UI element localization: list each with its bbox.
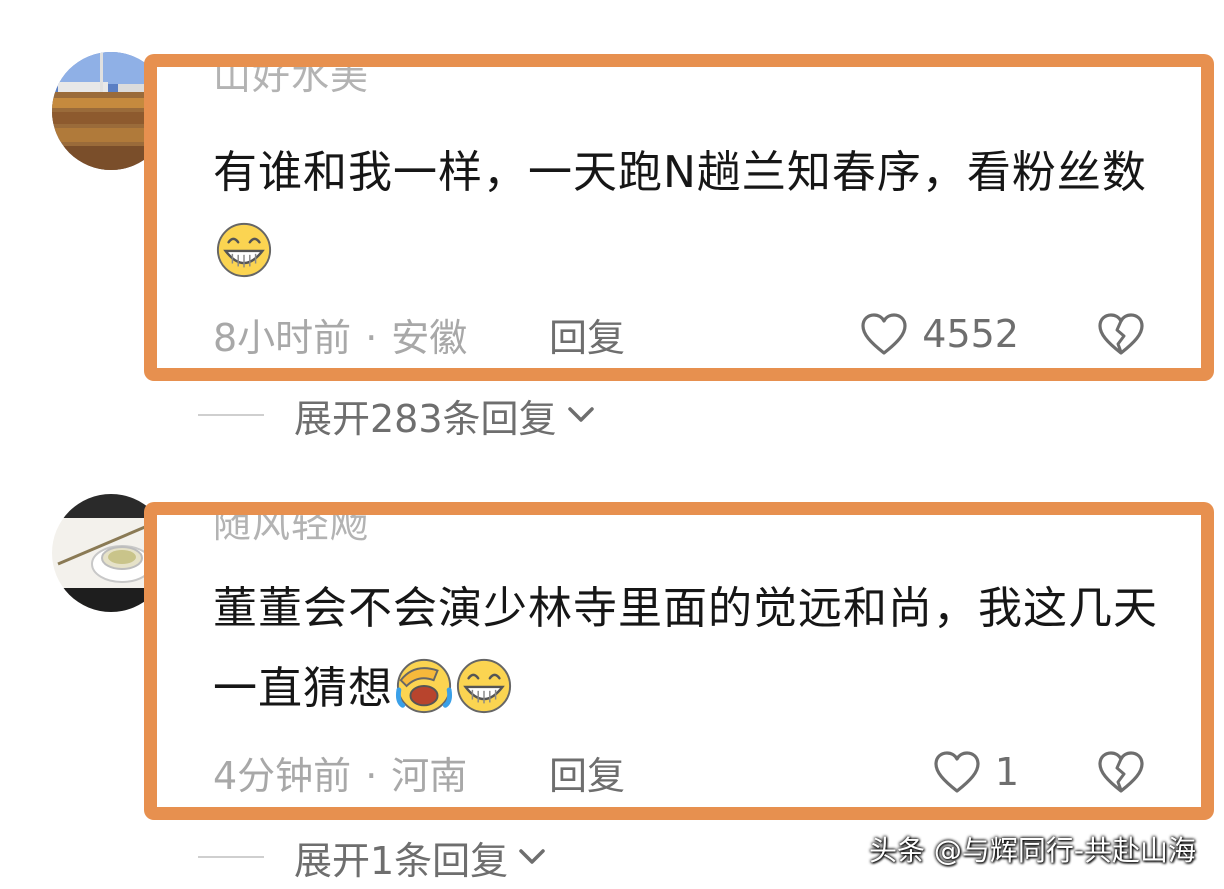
like-count: 4552 [922,312,1019,356]
like-group: 4552 [860,309,1201,359]
comment-time: 8小时前 [213,316,352,360]
highlight-box: 随风轻飏 董董会不会演少林寺里面的觉远和尚，我这几天一直猜想 4分钟前 · 河南 回… [144,502,1214,820]
chevron-down-icon [519,849,545,864]
broken-heart-icon[interactable] [1097,750,1145,794]
username[interactable]: 随风轻飏 [213,515,369,548]
comment-location: 河南 [391,754,468,798]
heart-icon[interactable] [860,312,908,356]
facepalm-laugh-emoji-icon [395,658,453,714]
expand-replies-label: 展开283条回复 [294,396,557,441]
expand-replies-button[interactable]: 展开1条回复 [198,832,546,883]
comment-location: 安徽 [391,316,468,360]
meta-separator: · [365,316,378,360]
expand-replies-label: 展开1条回复 [294,838,509,883]
divider-line [198,414,264,416]
comment-text: 董董会不会演少林寺里面的觉远和尚，我这几天一直猜想 [213,569,1193,729]
chevron-down-icon [567,407,594,422]
grinning-emoji-icon [456,658,512,714]
expand-replies-button[interactable]: 展开283条回复 [198,390,595,441]
like-group: 1 [933,747,1201,797]
grinning-emoji-icon [216,222,272,278]
comment-meta: 8小时前 · 安徽 [213,307,467,362]
comment-time: 4分钟前 [213,754,352,798]
heart-icon[interactable] [933,750,981,794]
highlight-box: 山好水美 有谁和我一样，一天跑N趟兰知春序，看粉丝数 8小时前 · 安徽 回复 45… [144,54,1214,381]
comment-text-body: 董董会不会演少林寺里面的觉远和尚，我这几天一直猜想 [213,583,1158,714]
meta-separator: · [365,754,378,798]
watermark: 头条 @与辉同行-共赴山海 [868,834,1196,867]
comment-text: 有谁和我一样，一天跑N趟兰知春序，看粉丝数 [213,133,1193,293]
divider-line [198,856,264,858]
comment-text-body: 有谁和我一样，一天跑N趟兰知春序，看粉丝数 [213,147,1147,198]
comment-meta: 4分钟前 · 河南 [213,745,467,800]
username[interactable]: 山好水美 [213,67,369,100]
like-count: 1 [994,750,1019,794]
broken-heart-icon[interactable] [1097,312,1145,356]
reply-button[interactable]: 回复 [549,745,625,800]
reply-button[interactable]: 回复 [549,307,625,362]
